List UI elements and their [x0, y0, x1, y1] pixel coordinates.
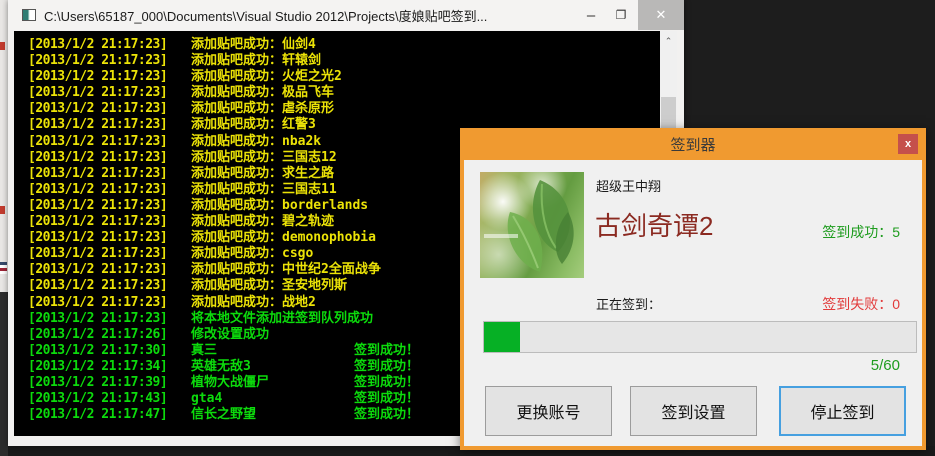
- console-window-title: C:\Users\65187_000\Documents\Visual Stud…: [44, 8, 488, 24]
- console-log-line: [2013/1/2 21:17:23] 添加贴吧成功：轩辕剑: [28, 53, 322, 69]
- signing-label: 正在签到：: [596, 297, 662, 312]
- signin-client-area: 超级王中翔 古剑奇谭2 签到成功：5 正在签到： 签到失败：0 5/60 更换账…: [464, 160, 922, 446]
- signin-progress-fill: [484, 322, 520, 352]
- console-log-line: [2013/1/2 21:17:23] 添加贴吧成功：火炬之光2: [28, 69, 342, 85]
- progress-count: 5/60: [870, 357, 900, 374]
- change-account-button[interactable]: 更换账号: [485, 386, 612, 436]
- console-log-line: [2013/1/2 21:17:23] 添加贴吧成功：仙剑4: [28, 37, 316, 52]
- avatar: [480, 172, 584, 278]
- console-log-line: [2013/1/2 21:17:23] 添加贴吧成功：虐杀原形: [28, 101, 335, 117]
- background-red-mark: [0, 206, 5, 214]
- signin-close-button[interactable]: x: [898, 134, 918, 154]
- scrollbar-thumb[interactable]: [661, 97, 676, 131]
- signin-settings-button[interactable]: 签到设置: [630, 386, 757, 436]
- success-count: 签到成功：5: [822, 224, 900, 240]
- background-window-edge-dark: [0, 292, 8, 456]
- console-log-line: [2013/1/2 21:17:23] 添加贴吧成功：极品飞车: [28, 85, 335, 101]
- stop-signin-button[interactable]: 停止签到: [779, 386, 906, 436]
- console-minimize-button[interactable]: –: [576, 0, 606, 30]
- account-name: 超级王中翔: [596, 179, 662, 194]
- current-tieba-name: 古剑奇谭2: [595, 211, 714, 241]
- signin-titlebar[interactable]: 签到器 x: [460, 128, 926, 160]
- leaf-photo-icon: [484, 180, 574, 272]
- console-app-icon: [22, 9, 36, 21]
- signin-progress-bar: [483, 321, 917, 353]
- background-mini-icon: [0, 262, 7, 274]
- console-close-button[interactable]: ✕: [638, 0, 684, 30]
- signin-window-title: 签到器: [670, 136, 716, 154]
- fail-count: 签到失败：0: [822, 296, 900, 312]
- signin-window: 签到器 x 超级王中翔 古剑奇谭2 签到成功：5 正在签到： 签到失败：0 5/…: [460, 128, 926, 450]
- console-titlebar[interactable]: C:\Users\65187_000\Documents\Visual Stud…: [8, 0, 684, 30]
- console-maximize-button[interactable]: ❐: [606, 0, 636, 30]
- scrollbar-up-arrow-icon[interactable]: ⌃: [660, 33, 677, 49]
- background-red-mark: [0, 42, 5, 50]
